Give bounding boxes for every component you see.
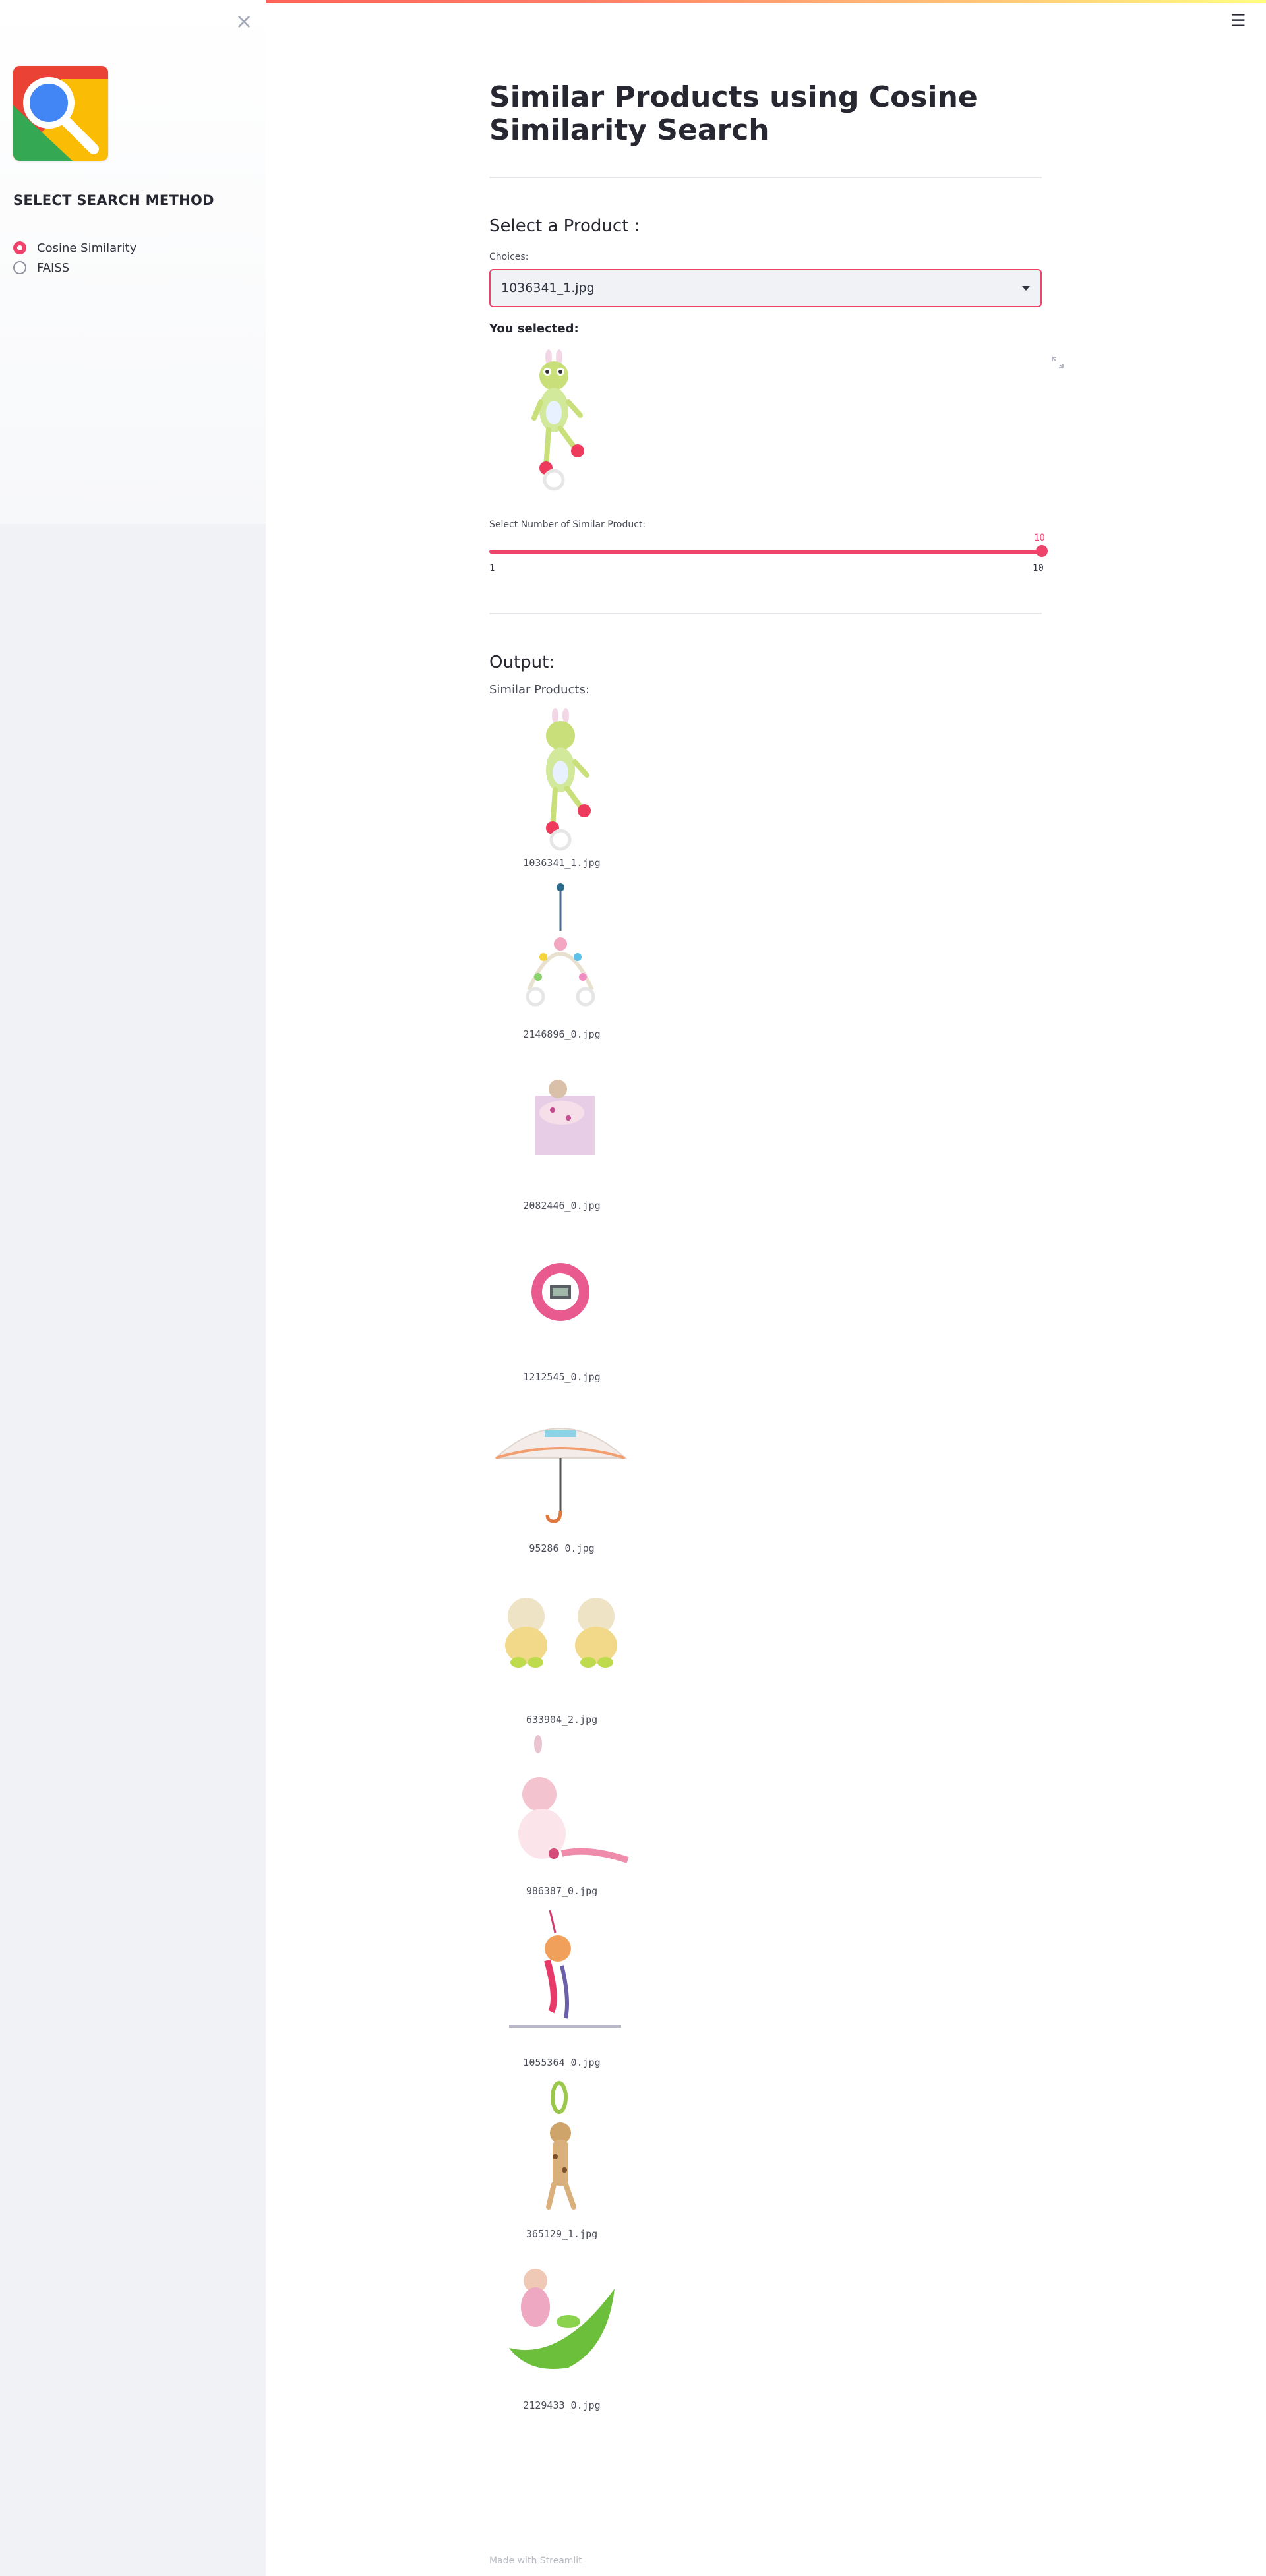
product-image: [489, 1049, 634, 1194]
result-item: 633904_2.jpg: [489, 1564, 634, 1728]
select-product-heading: Select a Product :: [489, 216, 640, 236]
result-item: 95286_0.jpg: [489, 1392, 634, 1557]
product-caption: 1055364_0.jpg: [523, 2057, 601, 2068]
search-method-title: SELECT SEARCH METHOD: [13, 192, 214, 208]
product-caption: 2146896_0.jpg: [523, 1028, 601, 1040]
product-image: [489, 707, 634, 852]
you-selected-label: You selected:: [489, 322, 579, 336]
product-caption: 2082446_0.jpg: [523, 1200, 601, 1212]
selected-product-image: [522, 349, 588, 494]
divider: [489, 613, 1042, 614]
similar-products-label: Similar Products:: [489, 683, 589, 697]
result-item: 2082446_0.jpg: [489, 1049, 634, 1214]
product-image: [489, 1221, 634, 1366]
radio-option-faiss[interactable]: FAISS: [13, 258, 69, 277]
product-caption: 2129433_0.jpg: [523, 2399, 601, 2411]
slider-label: Select Number of Similar Product:: [489, 519, 646, 530]
hamburger-menu-icon[interactable]: ☰: [1229, 12, 1248, 30]
product-image: [489, 1906, 634, 2051]
close-icon[interactable]: ×: [232, 9, 256, 33]
slider-fill: [489, 550, 1042, 554]
radio-label: FAISS: [37, 260, 70, 275]
radio-checked-icon[interactable]: [13, 241, 26, 254]
select-value: 1036341_1.jpg: [501, 281, 595, 295]
result-item: 2146896_0.jpg: [489, 878, 634, 1043]
product-image: [489, 2078, 634, 2223]
product-caption: 986387_0.jpg: [526, 1885, 598, 1897]
output-heading: Output:: [489, 653, 555, 672]
fullscreen-icon[interactable]: [1051, 356, 1064, 369]
slider-max: 10: [1033, 563, 1044, 573]
product-caption: 365129_1.jpg: [526, 2228, 598, 2240]
slider-min: 1: [489, 563, 495, 573]
product-caption: 1036341_1.jpg: [523, 857, 601, 869]
result-item: 1036341_1.jpg: [489, 707, 634, 871]
chevron-down-icon: [1022, 285, 1030, 291]
sidebar: × SELECT SEARCH METHOD Cosine Similarity…: [0, 0, 266, 2576]
product-image: [489, 1392, 634, 1537]
slider-thumb[interactable]: [1036, 545, 1048, 557]
footer-link[interactable]: Made with Streamlit: [489, 2556, 582, 2566]
product-image: [489, 1564, 634, 1709]
choices-label: Choices:: [489, 252, 529, 262]
product-select[interactable]: 1036341_1.jpg: [489, 269, 1042, 307]
product-image: [489, 2249, 634, 2394]
result-item: 1212545_0.jpg: [489, 1221, 634, 1386]
product-caption: 95286_0.jpg: [529, 1542, 595, 1554]
magnifier-logo-icon: [13, 66, 108, 161]
product-caption: 633904_2.jpg: [526, 1714, 598, 1726]
radio-unchecked-icon[interactable]: [13, 261, 26, 274]
product-image: [489, 878, 634, 1023]
product-image: [489, 1735, 634, 1880]
result-item: 1055364_0.jpg: [489, 1906, 634, 2071]
result-item: 986387_0.jpg: [489, 1735, 634, 1900]
result-item: 2129433_0.jpg: [489, 2249, 634, 2414]
product-caption: 1212545_0.jpg: [523, 1371, 601, 1383]
divider: [489, 177, 1042, 178]
result-item: 365129_1.jpg: [489, 2078, 634, 2242]
slider-current-value: 10: [1034, 533, 1045, 543]
slider-track[interactable]: [489, 550, 1042, 554]
radio-option-cosine[interactable]: Cosine Similarity: [13, 239, 136, 257]
page-title: Similar Products using Cosine Similarity…: [489, 80, 978, 147]
radio-label: Cosine Similarity: [37, 241, 137, 255]
